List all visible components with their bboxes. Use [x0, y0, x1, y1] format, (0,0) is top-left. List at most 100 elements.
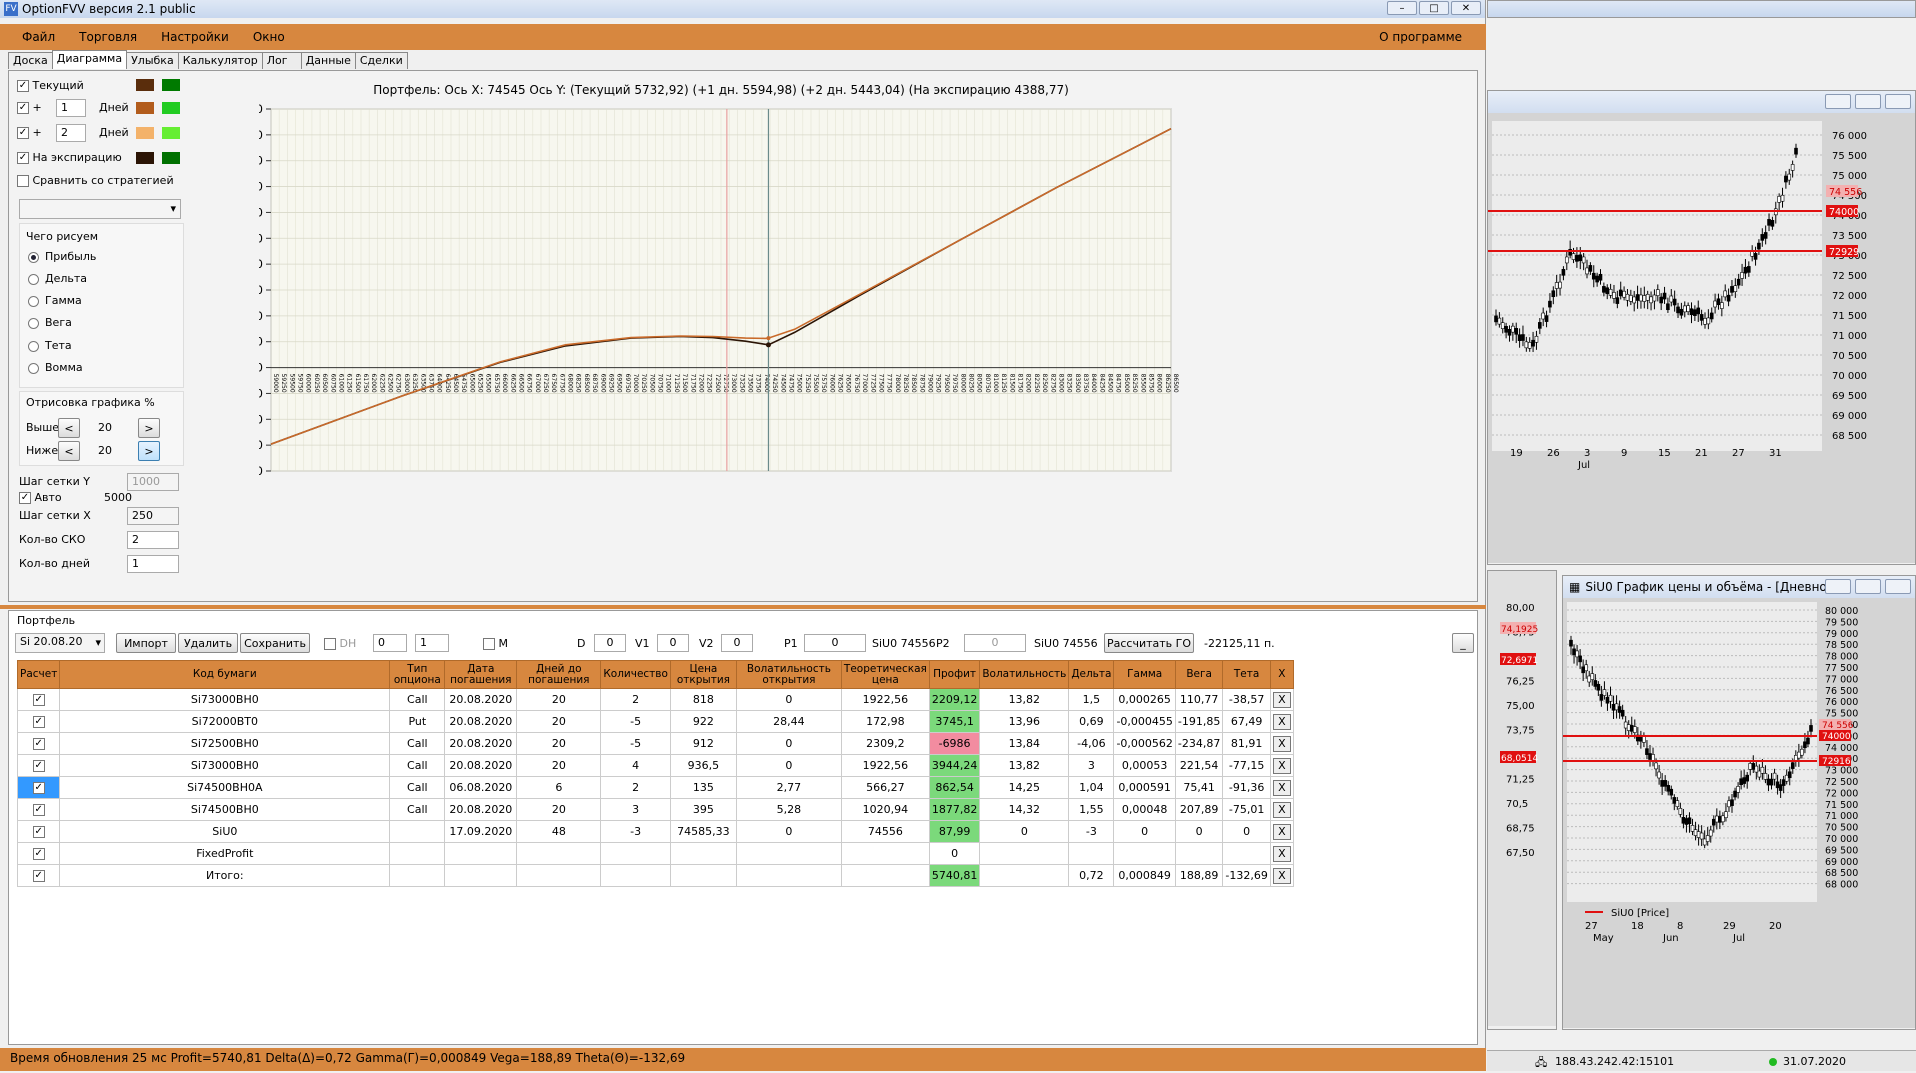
day2-color-1[interactable]	[136, 127, 154, 139]
dh-checkbox[interactable]	[324, 638, 336, 650]
above-increase-button[interactable]: >	[138, 418, 160, 438]
remove-row-button[interactable]: X	[1272, 691, 1291, 708]
v2-input[interactable]: 0	[721, 634, 753, 652]
remove-row-button[interactable]: X	[1272, 735, 1291, 752]
table-row[interactable]: ✓ FixedProfit 0 X	[16, 842, 1294, 865]
grid-x-input[interactable]: 250	[127, 507, 179, 525]
tab-smile[interactable]: Улыбка	[126, 52, 179, 69]
table-row[interactable]: ✓ SiU0 17.09.2020 48 -3 74585,33 0 74556 87,99 0-…	[16, 820, 1294, 843]
column-header[interactable]: Расчет	[16, 660, 61, 689]
row-checkbox[interactable]: ✓	[32, 848, 45, 860]
radio-delta[interactable]: Дельта	[28, 272, 87, 285]
d-input[interactable]: 0	[594, 634, 626, 652]
tab-diagram[interactable]: Диаграмма	[51, 50, 128, 69]
table-row[interactable]: ✓ Si73000BH0 Call 20.08.2020 20 2 818 0 1922,56 2…	[16, 688, 1294, 711]
menu-settings[interactable]: Настройки	[149, 30, 241, 44]
row-checkbox[interactable]: ✓	[32, 870, 45, 882]
column-header[interactable]: Вега	[1174, 660, 1224, 689]
current-color-1[interactable]	[136, 79, 154, 91]
remove-row-button[interactable]: X	[1272, 845, 1291, 862]
tab-calculator[interactable]: Калькулятор	[177, 52, 263, 69]
table-row[interactable]: ✓ Si72500BH0 Call 20.08.2020 20 -5 912 0 2309,2-…	[16, 732, 1294, 755]
auto-checkbox[interactable]: ✓	[19, 492, 31, 504]
row-checkbox[interactable]: ✓	[32, 694, 45, 706]
tab-data[interactable]: Данные	[300, 52, 356, 69]
m-checkbox[interactable]	[483, 638, 495, 650]
row-checkbox[interactable]: ✓	[32, 826, 45, 838]
day1-color-1[interactable]	[136, 102, 154, 114]
day2-checkbox[interactable]: ✓	[17, 127, 29, 139]
row-checkbox[interactable]: ✓	[32, 716, 45, 728]
day2-input[interactable]: 2	[56, 124, 86, 142]
row-checkbox[interactable]: ✓	[32, 760, 45, 772]
maximize-button[interactable]: □	[1419, 1, 1449, 15]
above-decrease-button[interactable]: <	[58, 418, 80, 438]
portfolio-select[interactable]: Si 20.08.20 ▾	[15, 633, 105, 653]
remove-row-button[interactable]: X	[1272, 713, 1291, 730]
column-header[interactable]: Код бумаги	[59, 660, 391, 689]
column-header[interactable]: X	[1269, 660, 1294, 689]
close-button[interactable]	[1885, 579, 1911, 594]
expiry-color-2[interactable]	[162, 152, 180, 164]
table-row[interactable]: ✓ Si74500BH0A Call 06.08.2020 6 2 135 2,77 566,2…	[16, 776, 1294, 799]
below-increase-button[interactable]: >	[138, 441, 160, 461]
radio-theta[interactable]: Тета	[28, 339, 72, 352]
delete-button[interactable]: Удалить	[178, 633, 238, 653]
expiry-checkbox[interactable]: ✓	[17, 152, 29, 164]
expiry-color-1[interactable]	[136, 152, 154, 164]
v1-input[interactable]: 0	[657, 634, 689, 652]
current-color-2[interactable]	[162, 79, 180, 91]
column-header[interactable]: Дельта	[1068, 660, 1115, 689]
day2-color-2[interactable]	[162, 127, 180, 139]
menu-file[interactable]: Файл	[10, 30, 67, 44]
row-checkbox[interactable]: ✓	[32, 738, 45, 750]
minimize-button[interactable]: –	[1387, 1, 1417, 15]
column-header[interactable]: Тета	[1222, 660, 1271, 689]
table-row[interactable]: ✓ Итого: 5740,81 0,72 0,000849 188,89 -132,69 X	[16, 864, 1294, 887]
column-header[interactable]: Тип опциона	[389, 660, 446, 689]
menu-about[interactable]: О программе	[1367, 30, 1474, 44]
below-decrease-button[interactable]: <	[58, 441, 80, 461]
current-checkbox[interactable]: ✓	[17, 80, 29, 92]
radio-gamma[interactable]: Гамма	[28, 294, 82, 307]
table-row[interactable]: ✓ Si73000BH0 Call 20.08.2020 20 4 936,5 0 1922,5…	[16, 754, 1294, 777]
remove-row-button[interactable]: X	[1272, 823, 1291, 840]
close-button[interactable]	[1885, 94, 1911, 109]
table-row[interactable]: ✓ Si72000BT0 Put 20.08.2020 20 -5 922 28,44 172,…	[16, 710, 1294, 733]
p2-input[interactable]: 0	[964, 634, 1026, 652]
row-checkbox[interactable]: ✓	[32, 804, 45, 816]
maximize-button[interactable]	[1855, 94, 1881, 109]
column-header[interactable]: Волатильность	[979, 660, 1070, 689]
column-header[interactable]: Теоретическая цена	[840, 660, 930, 689]
remove-row-button[interactable]: X	[1272, 757, 1291, 774]
import-button[interactable]: Импорт	[116, 633, 176, 653]
minimize-button[interactable]	[1825, 579, 1851, 594]
maximize-button[interactable]	[1855, 579, 1881, 594]
sko-input[interactable]: 2	[127, 531, 179, 549]
column-header[interactable]: Количество	[600, 660, 671, 689]
above-value[interactable]: 20	[98, 421, 112, 434]
column-header[interactable]: Цена открытия	[669, 660, 737, 689]
column-header[interactable]: Профит	[928, 660, 981, 689]
remove-row-button[interactable]: X	[1272, 801, 1291, 818]
day1-checkbox[interactable]: ✓	[17, 102, 29, 114]
save-button[interactable]: Сохранить	[240, 633, 310, 653]
compare-checkbox[interactable]	[17, 175, 29, 187]
dh-spin-1[interactable]: 0	[373, 634, 407, 652]
close-button[interactable]: ✕	[1451, 1, 1481, 15]
column-header[interactable]: Дней до погашения	[516, 660, 602, 689]
day1-input[interactable]: 1	[56, 99, 86, 117]
menu-trade[interactable]: Торговля	[67, 30, 149, 44]
grid-y-input[interactable]: 1000	[127, 473, 179, 491]
remove-row-button[interactable]: X	[1272, 779, 1291, 796]
row-checkbox[interactable]: ✓	[32, 782, 45, 794]
radio-profit[interactable]: Прибыль	[28, 250, 96, 263]
table-row[interactable]: ✓ Si74500BH0 Call 20.08.2020 20 3 395 5,28 1020,…	[16, 798, 1294, 821]
column-header[interactable]: Дата погашения	[444, 660, 518, 689]
strategy-dropdown[interactable]: ▾	[19, 199, 181, 219]
tab-log[interactable]: Лог	[261, 52, 302, 69]
minimize-panel-button[interactable]: _	[1452, 633, 1474, 653]
column-header[interactable]: Волатильность открытия	[735, 660, 842, 689]
below-value[interactable]: 20	[98, 444, 112, 457]
splitter[interactable]	[0, 605, 1486, 609]
